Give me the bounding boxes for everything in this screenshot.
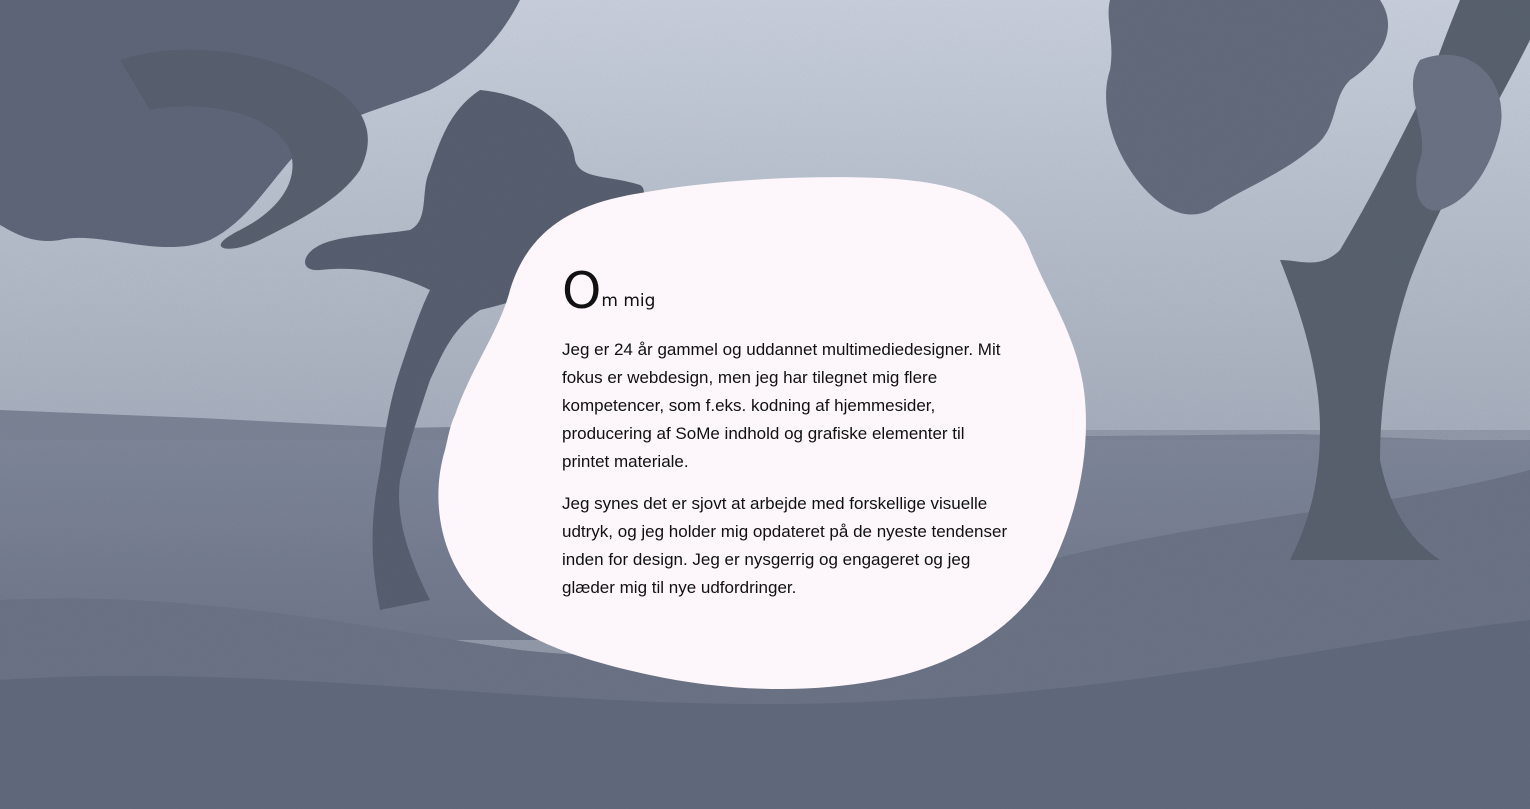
about-section: O m mig Jeg er 24 år gammel og uddannet … [562,262,1012,616]
heading-initial: O [562,262,601,320]
heading-rest: m mig [601,291,656,311]
about-paragraph-2: Jeg synes det er sjovt at arbejde med fo… [562,494,1008,597]
about-heading: O m mig [562,262,1012,320]
about-paragraph-1: Jeg er 24 år gammel og uddannet multimed… [562,340,1001,471]
